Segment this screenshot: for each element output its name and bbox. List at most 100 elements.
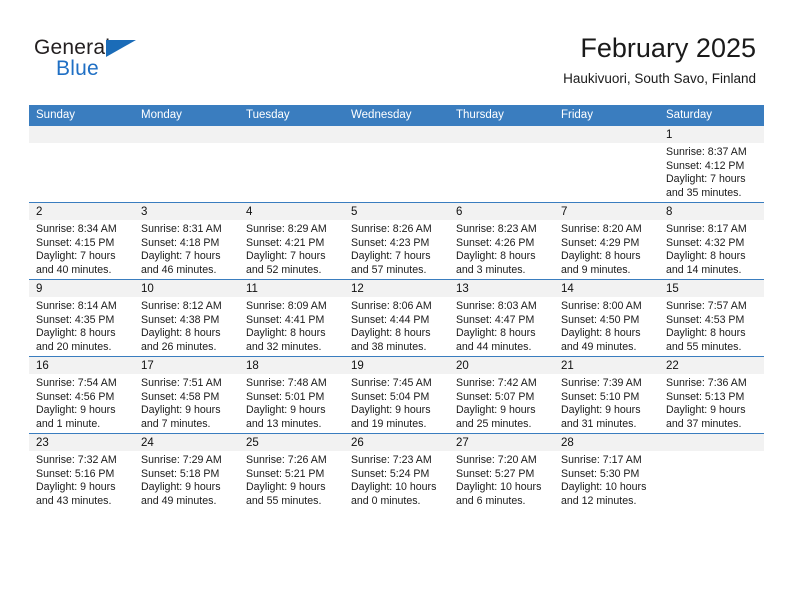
day-cell[interactable]: 8 Sunrise: 8:17 AM Sunset: 4:32 PM Daylight… xyxy=(659,202,764,280)
day-cell[interactable]: 24 Sunrise: 7:29 AM Sunset: 5:18 PM Dayligh… xyxy=(134,433,239,510)
daylight-text-line2: and 19 minutes. xyxy=(351,417,427,430)
day-cell[interactable]: 23 Sunrise: 7:32 AM Sunset: 5:16 PM Dayligh… xyxy=(29,433,134,510)
day-cell-inner: 19 Sunrise: 7:45 AM Sunset: 5:04 PM Dayligh… xyxy=(344,357,449,433)
daylight-text-line1: Daylight: 9 hours xyxy=(141,481,221,494)
daylight-text-line2: and 32 minutes. xyxy=(246,340,322,353)
day-cell[interactable]: 12 Sunrise: 8:06 AM Sunset: 4:44 PM Dayligh… xyxy=(344,279,449,357)
day-details: Sunrise: 7:42 AM Sunset: 5:07 PM Daylight:… xyxy=(449,374,554,431)
day-cell[interactable]: 7 Sunrise: 8:20 AM Sunset: 4:29 PM Daylight… xyxy=(554,202,659,280)
sunrise-text: Sunrise: 7:26 AM xyxy=(246,454,327,466)
day-cell[interactable]: 11 Sunrise: 8:09 AM Sunset: 4:41 PM Dayligh… xyxy=(239,279,344,357)
calendar-week-row: 16 Sunrise: 7:54 AM Sunset: 4:56 PM Dayligh… xyxy=(29,356,764,434)
day-cell[interactable]: 9 Sunrise: 8:14 AM Sunset: 4:35 PM Daylight… xyxy=(29,279,134,357)
daylight-text-line2: and 9 minutes. xyxy=(561,263,631,276)
day-cell[interactable]: 1 Sunrise: 8:37 AM Sunset: 4:12 PM Daylight… xyxy=(659,126,764,203)
day-cell-inner: 4 Sunrise: 8:29 AM Sunset: 4:21 PM Daylight… xyxy=(239,203,344,279)
day-details: Sunrise: 8:23 AM Sunset: 4:26 PM Daylight:… xyxy=(449,220,554,277)
day-cell[interactable]: 5 Sunrise: 8:26 AM Sunset: 4:23 PM Daylight… xyxy=(344,202,449,280)
daylight-text-line2: and 20 minutes. xyxy=(36,340,112,353)
daylight-text-line1: Daylight: 9 hours xyxy=(666,404,746,417)
daylight-text-line2: and 31 minutes. xyxy=(561,417,637,430)
day-cell-inner: 7 Sunrise: 8:20 AM Sunset: 4:29 PM Daylight… xyxy=(554,203,659,279)
daylight-text-line1: Daylight: 7 hours xyxy=(246,250,326,263)
day-cell[interactable]: 15 Sunrise: 7:57 AM Sunset: 4:53 PM Dayligh… xyxy=(659,279,764,357)
sunrise-text: Sunrise: 7:48 AM xyxy=(246,377,327,389)
day-cell[interactable]: 17 Sunrise: 7:51 AM Sunset: 4:58 PM Dayligh… xyxy=(134,356,239,434)
sunrise-text: Sunrise: 7:51 AM xyxy=(141,377,222,389)
daylight-text-line1: Daylight: 8 hours xyxy=(561,250,641,263)
day-details: Sunrise: 8:09 AM Sunset: 4:41 PM Daylight:… xyxy=(239,297,344,354)
day-cell-inner: 9 Sunrise: 8:14 AM Sunset: 4:35 PM Daylight… xyxy=(29,280,134,356)
day-cell-inner xyxy=(239,126,344,202)
day-cell-empty xyxy=(659,433,764,510)
daylight-text-line1: Daylight: 8 hours xyxy=(36,327,116,340)
day-number: 4 xyxy=(239,203,344,220)
day-cell-inner: 8 Sunrise: 8:17 AM Sunset: 4:32 PM Daylight… xyxy=(659,203,764,279)
day-number: 15 xyxy=(659,280,764,297)
day-cell-empty xyxy=(29,126,134,203)
day-cell-inner: 28 Sunrise: 7:17 AM Sunset: 5:30 PM Dayligh… xyxy=(554,434,659,510)
sunset-text: Sunset: 4:23 PM xyxy=(351,236,430,249)
day-cell-inner xyxy=(554,126,659,202)
day-cell[interactable]: 4 Sunrise: 8:29 AM Sunset: 4:21 PM Daylight… xyxy=(239,202,344,280)
sunset-text: Sunset: 5:10 PM xyxy=(561,390,640,403)
day-cell-inner: 24 Sunrise: 7:29 AM Sunset: 5:18 PM Dayligh… xyxy=(134,434,239,510)
day-number: 13 xyxy=(449,280,554,297)
day-cell[interactable]: 25 Sunrise: 7:26 AM Sunset: 5:21 PM Dayligh… xyxy=(239,433,344,510)
daylight-text-line2: and 57 minutes. xyxy=(351,263,427,276)
daylight-text-line1: Daylight: 8 hours xyxy=(561,327,641,340)
sunset-text: Sunset: 5:04 PM xyxy=(351,390,430,403)
day-cell[interactable]: 19 Sunrise: 7:45 AM Sunset: 5:04 PM Dayligh… xyxy=(344,356,449,434)
calendar-table: Sunday Monday Tuesday Wednesday Thursday Frid… xyxy=(29,105,764,510)
day-cell[interactable]: 28 Sunrise: 7:17 AM Sunset: 5:30 PM Dayligh… xyxy=(554,433,659,510)
sunset-text: Sunset: 5:30 PM xyxy=(561,467,640,480)
day-cell-inner: 22 Sunrise: 7:36 AM Sunset: 5:13 PM Dayligh… xyxy=(659,357,764,433)
day-cell[interactable]: 13 Sunrise: 8:03 AM Sunset: 4:47 PM Dayligh… xyxy=(449,279,554,357)
day-number: 27 xyxy=(449,434,554,451)
daylight-text-line1: Daylight: 9 hours xyxy=(561,404,641,417)
sunset-text: Sunset: 4:35 PM xyxy=(36,313,115,326)
daylight-text-line1: Daylight: 9 hours xyxy=(141,404,221,417)
day-cell[interactable]: 21 Sunrise: 7:39 AM Sunset: 5:10 PM Dayligh… xyxy=(554,356,659,434)
daylight-text-line1: Daylight: 8 hours xyxy=(141,327,221,340)
day-cell[interactable]: 16 Sunrise: 7:54 AM Sunset: 4:56 PM Dayligh… xyxy=(29,356,134,434)
day-number: 1 xyxy=(659,126,764,143)
daylight-text-line1: Daylight: 10 hours xyxy=(456,481,542,494)
day-cell-inner: 23 Sunrise: 7:32 AM Sunset: 5:16 PM Dayligh… xyxy=(29,434,134,510)
day-details: Sunrise: 8:34 AM Sunset: 4:15 PM Daylight:… xyxy=(29,220,134,277)
day-cell[interactable]: 10 Sunrise: 8:12 AM Sunset: 4:38 PM Dayligh… xyxy=(134,279,239,357)
day-details: Sunrise: 7:54 AM Sunset: 4:56 PM Daylight:… xyxy=(29,374,134,431)
day-cell-inner: 2 Sunrise: 8:34 AM Sunset: 4:15 PM Daylight… xyxy=(29,203,134,279)
sunrise-text: Sunrise: 8:23 AM xyxy=(456,223,537,235)
daylight-text-line2: and 43 minutes. xyxy=(36,494,112,507)
day-cell[interactable]: 2 Sunrise: 8:34 AM Sunset: 4:15 PM Daylight… xyxy=(29,202,134,280)
day-number: 9 xyxy=(29,280,134,297)
sunset-text: Sunset: 5:07 PM xyxy=(456,390,535,403)
daylight-text-line2: and 52 minutes. xyxy=(246,263,322,276)
daylight-text-line2: and 25 minutes. xyxy=(456,417,532,430)
day-cell[interactable]: 3 Sunrise: 8:31 AM Sunset: 4:18 PM Daylight… xyxy=(134,202,239,280)
day-cell[interactable]: 26 Sunrise: 7:23 AM Sunset: 5:24 PM Dayligh… xyxy=(344,433,449,510)
day-cell[interactable]: 14 Sunrise: 8:00 AM Sunset: 4:50 PM Dayligh… xyxy=(554,279,659,357)
day-number: 7 xyxy=(554,203,659,220)
day-details: Sunrise: 7:48 AM Sunset: 5:01 PM Daylight:… xyxy=(239,374,344,431)
day-cell-inner xyxy=(344,126,449,202)
day-cell[interactable]: 18 Sunrise: 7:48 AM Sunset: 5:01 PM Dayligh… xyxy=(239,356,344,434)
day-details: Sunrise: 7:39 AM Sunset: 5:10 PM Daylight:… xyxy=(554,374,659,431)
day-cell-empty xyxy=(239,126,344,203)
sunrise-text: Sunrise: 7:39 AM xyxy=(561,377,642,389)
day-details: Sunrise: 7:29 AM Sunset: 5:18 PM Daylight:… xyxy=(134,451,239,508)
day-details: Sunrise: 7:51 AM Sunset: 4:58 PM Daylight:… xyxy=(134,374,239,431)
day-number xyxy=(344,126,449,143)
day-cell[interactable]: 20 Sunrise: 7:42 AM Sunset: 5:07 PM Dayligh… xyxy=(449,356,554,434)
day-cell[interactable]: 27 Sunrise: 7:20 AM Sunset: 5:27 PM Dayligh… xyxy=(449,433,554,510)
day-cell[interactable]: 22 Sunrise: 7:36 AM Sunset: 5:13 PM Dayligh… xyxy=(659,356,764,434)
day-cell[interactable]: 6 Sunrise: 8:23 AM Sunset: 4:26 PM Daylight… xyxy=(449,202,554,280)
day-details: Sunrise: 8:29 AM Sunset: 4:21 PM Daylight:… xyxy=(239,220,344,277)
daylight-text-line2: and 35 minutes. xyxy=(666,186,742,199)
page-title: February 2025 xyxy=(580,33,756,63)
daylight-text-line2: and 38 minutes. xyxy=(351,340,427,353)
day-cell-inner xyxy=(29,126,134,202)
day-details: Sunrise: 8:00 AM Sunset: 4:50 PM Daylight:… xyxy=(554,297,659,354)
day-details: Sunrise: 7:17 AM Sunset: 5:30 PM Daylight:… xyxy=(554,451,659,508)
